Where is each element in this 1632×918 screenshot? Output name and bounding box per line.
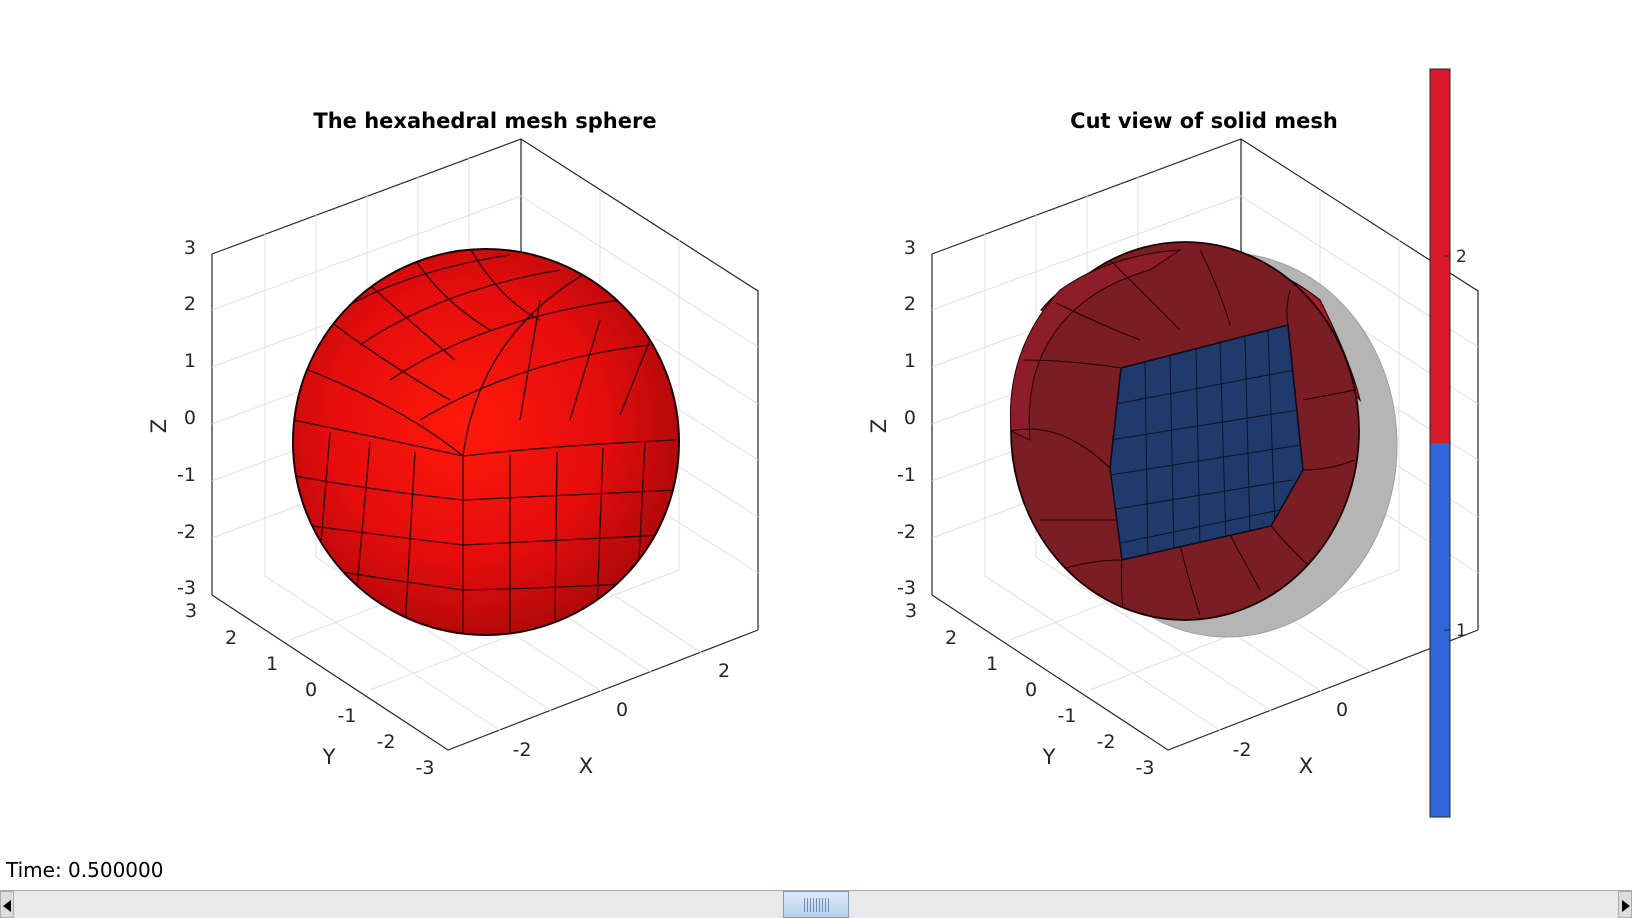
right-plot-title: Cut view of solid mesh xyxy=(1070,109,1338,133)
left-z-tick: -3 xyxy=(177,577,196,599)
right-y-tick: 3 xyxy=(905,600,917,622)
left-z-tick: 2 xyxy=(184,293,196,315)
right-y-tick: -1 xyxy=(1058,705,1077,727)
left-y-ticks: 3 2 1 0 -1 -2 -3 xyxy=(185,600,435,779)
right-z-axis-label: Z xyxy=(867,419,891,433)
left-z-tick: 1 xyxy=(184,350,196,372)
colorbar-tick-2: 2 xyxy=(1456,247,1467,267)
left-y-tick: -3 xyxy=(416,757,435,779)
right-z-tick: 3 xyxy=(904,237,916,259)
left-x-tick: -2 xyxy=(513,739,532,761)
right-y-tick: -2 xyxy=(1097,731,1116,753)
colorbar-tick-1: 1 xyxy=(1456,621,1467,641)
right-y-ticks: 3 2 1 0 -1 -2 -3 xyxy=(905,600,1155,779)
right-z-tick: 1 xyxy=(904,350,916,372)
right-x-ticks: -2 0 2 xyxy=(1233,660,1451,761)
right-y-tick: 2 xyxy=(945,627,957,649)
left-y-tick: -2 xyxy=(377,731,396,753)
right-z-ticks: 3 2 1 0 -1 -2 -3 xyxy=(897,237,916,599)
right-x-tick: -2 xyxy=(1233,739,1252,761)
right-y-tick: 1 xyxy=(986,653,998,675)
left-z-axis-label: Z xyxy=(147,419,171,433)
left-y-tick: -1 xyxy=(338,705,357,727)
left-y-tick: 0 xyxy=(305,679,317,701)
right-y-tick: 0 xyxy=(1025,679,1037,701)
time-slider[interactable] xyxy=(0,890,1632,918)
left-z-tick: -1 xyxy=(177,464,196,486)
left-x-axis-label: X xyxy=(579,754,593,778)
left-axes: The hexahedral mesh sphere 3 2 1 0 -1 -2… xyxy=(147,109,759,779)
left-y-tick: 1 xyxy=(266,653,278,675)
right-x-tick: 0 xyxy=(1336,699,1348,721)
right-y-tick: -3 xyxy=(1136,757,1155,779)
arrow-left-icon xyxy=(3,900,11,912)
left-x-tick: 2 xyxy=(718,660,730,682)
right-z-tick: 2 xyxy=(904,293,916,315)
grip-icon xyxy=(804,898,830,912)
left-x-tick: 0 xyxy=(616,699,628,721)
right-axes: Cut view of solid mesh 3 2 1 0 -1 -2 -3 … xyxy=(867,109,1479,779)
left-z-tick: 0 xyxy=(184,407,196,429)
right-x-axis-label: X xyxy=(1299,754,1313,778)
right-z-tick: -3 xyxy=(897,577,916,599)
left-z-tick: -2 xyxy=(177,521,196,543)
left-plot-title: The hexahedral mesh sphere xyxy=(313,109,656,133)
colorbar: 2 1 xyxy=(1429,68,1467,818)
left-x-ticks: -2 0 2 xyxy=(513,660,731,761)
right-y-axis-label: Y xyxy=(1042,745,1056,769)
left-y-axis-label: Y xyxy=(322,745,336,769)
arrow-right-icon xyxy=(1622,900,1630,912)
time-label: Time: 0.500000 xyxy=(6,858,164,882)
right-z-tick: 0 xyxy=(904,407,916,429)
right-z-tick: -1 xyxy=(897,464,916,486)
slider-left-arrow-button[interactable] xyxy=(0,891,14,918)
left-z-ticks: 3 2 1 0 -1 -2 -3 xyxy=(177,237,196,599)
right-z-tick: -2 xyxy=(897,521,916,543)
left-z-tick: 3 xyxy=(184,237,196,259)
figure-canvas: The hexahedral mesh sphere 3 2 1 0 -1 -2… xyxy=(147,68,1479,818)
slider-right-arrow-button[interactable] xyxy=(1618,891,1632,918)
left-y-tick: 2 xyxy=(225,627,237,649)
left-sphere xyxy=(292,248,680,636)
left-y-tick: 3 xyxy=(185,600,197,622)
slider-thumb[interactable] xyxy=(783,891,849,918)
